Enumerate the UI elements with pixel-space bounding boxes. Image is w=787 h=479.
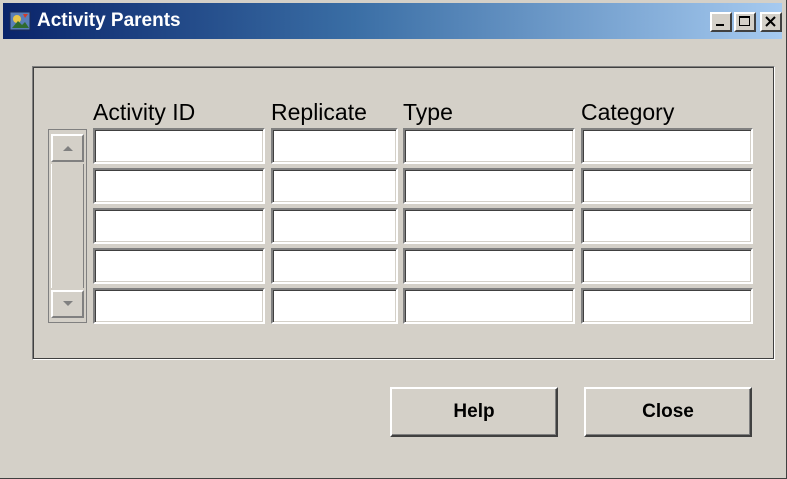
help-button[interactable]: Help — [390, 387, 558, 437]
header-type: Type — [403, 99, 453, 125]
maximize-icon — [739, 16, 750, 26]
replicate-field[interactable] — [271, 168, 398, 204]
activity-id-field[interactable] — [93, 128, 265, 164]
header-activity-id: Activity ID — [93, 99, 196, 125]
close-window-button[interactable] — [760, 12, 782, 32]
window-title: Activity Parents — [37, 10, 181, 31]
category-field[interactable] — [581, 128, 753, 164]
header-replicate: Replicate — [271, 99, 367, 125]
activity-id-field[interactable] — [93, 168, 265, 204]
activity-parents-window: Activity Parents Activity ID Replicate T… — [0, 0, 787, 479]
down-arrow-icon — [63, 301, 73, 306]
type-field[interactable] — [403, 128, 575, 164]
category-field[interactable] — [581, 248, 753, 284]
category-field[interactable] — [581, 168, 753, 204]
app-icon — [9, 11, 31, 31]
scroll-down-button[interactable] — [51, 290, 84, 318]
row-scrollbar[interactable] — [48, 129, 87, 323]
activity-id-field[interactable] — [93, 288, 265, 324]
close-icon — [765, 16, 776, 27]
category-field[interactable] — [581, 208, 753, 244]
up-arrow-icon — [63, 146, 73, 151]
replicate-field[interactable] — [271, 128, 398, 164]
minimize-icon — [716, 24, 724, 26]
type-field[interactable] — [403, 288, 575, 324]
minimize-button[interactable] — [710, 12, 732, 32]
category-field[interactable] — [581, 288, 753, 324]
type-field[interactable] — [403, 208, 575, 244]
maximize-button[interactable] — [734, 12, 756, 32]
close-button[interactable]: Close — [584, 387, 752, 437]
type-field[interactable] — [403, 168, 575, 204]
activity-id-field[interactable] — [93, 248, 265, 284]
replicate-field[interactable] — [271, 248, 398, 284]
activity-id-field[interactable] — [93, 208, 265, 244]
title-bar[interactable]: Activity Parents — [3, 3, 782, 39]
type-field[interactable] — [403, 248, 575, 284]
scroll-track[interactable] — [51, 164, 84, 288]
scroll-up-button[interactable] — [51, 134, 84, 162]
replicate-field[interactable] — [271, 288, 398, 324]
header-category: Category — [581, 99, 675, 125]
replicate-field[interactable] — [271, 208, 398, 244]
